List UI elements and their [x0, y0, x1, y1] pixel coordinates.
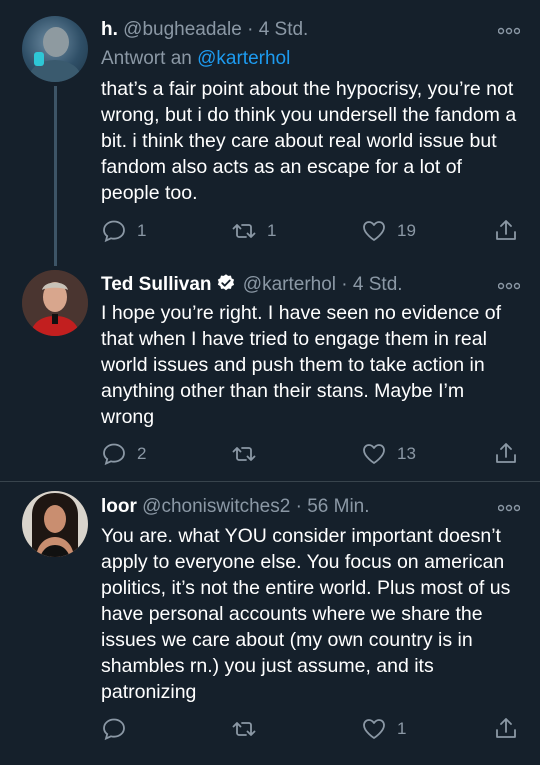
author-handle[interactable]: @karterhol	[243, 274, 336, 295]
tweet-2[interactable]: Ted Sullivan @karterhol · 4 Std. I hope …	[0, 258, 540, 480]
author-name[interactable]: Ted Sullivan	[101, 274, 212, 295]
tweet-text: that’s a fair point about the hypocrisy,…	[101, 78, 517, 204]
retweet-icon	[232, 224, 256, 238]
like-button[interactable]: 19	[361, 216, 416, 246]
reply-icon	[103, 220, 125, 243]
author-handle[interactable]: @bugheadale	[123, 19, 242, 40]
retweet-button[interactable]	[231, 714, 267, 744]
heart-icon	[363, 719, 385, 739]
reply-count: 1	[137, 221, 147, 240]
share-icon	[496, 220, 516, 240]
action-bar: 1 1 19	[101, 216, 521, 246]
more-options-icon[interactable]	[498, 280, 520, 292]
author-name[interactable]: h.	[101, 19, 118, 40]
tweet-time[interactable]: 56 Min.	[307, 496, 369, 517]
avatar[interactable]	[22, 270, 88, 336]
like-count: 1	[397, 719, 407, 738]
action-bar: 2 13	[101, 439, 521, 469]
reply-context: Antwort an @karterhol	[101, 45, 290, 73]
dot-separator: ·	[295, 496, 302, 517]
retweet-button[interactable]: 1	[231, 216, 276, 246]
tweet-header: loor @choniswitches2 · 56 Min.	[101, 492, 480, 522]
like-count: 19	[397, 221, 416, 240]
heart-icon	[363, 444, 385, 464]
retweet-button[interactable]	[231, 439, 267, 469]
tweet-header: h. @bugheadale · 4 Std.	[101, 15, 480, 45]
avatar[interactable]	[22, 16, 88, 82]
share-button[interactable]	[493, 216, 519, 246]
reply-prefix: Antwort an	[101, 48, 192, 69]
action-bar: 1	[101, 714, 521, 744]
like-button[interactable]: 13	[361, 439, 416, 469]
avatar[interactable]	[22, 491, 88, 557]
tweet-text: You are. what YOU consider important doe…	[101, 525, 511, 703]
more-options-icon[interactable]	[498, 25, 520, 37]
reply-button[interactable]	[101, 714, 137, 744]
reply-button[interactable]: 2	[101, 439, 146, 469]
tweet-3[interactable]: loor @choniswitches2 · 56 Min. You are. …	[0, 482, 540, 765]
reply-handle-link[interactable]: @karterhol	[197, 48, 290, 69]
author-handle[interactable]: @choniswitches2	[142, 496, 290, 517]
thread-line	[54, 86, 57, 266]
retweet-icon	[232, 447, 256, 461]
tweet-time[interactable]: 4 Std.	[353, 274, 403, 295]
reply-icon	[103, 718, 125, 741]
dot-separator: ·	[341, 274, 348, 295]
verified-badge-icon	[217, 274, 234, 291]
share-button[interactable]	[493, 439, 519, 469]
share-icon	[496, 718, 516, 738]
tweet-header: Ted Sullivan @karterhol · 4 Std.	[101, 270, 480, 300]
tweet-time[interactable]: 4 Std.	[259, 19, 309, 40]
author-name[interactable]: loor	[101, 496, 137, 517]
share-icon	[496, 443, 516, 463]
more-options-icon[interactable]	[498, 502, 520, 514]
like-count: 13	[397, 444, 416, 463]
retweet-count: 1	[267, 221, 277, 240]
tweet-1[interactable]: h. @bugheadale · 4 Std. Antwort an @kart…	[0, 0, 540, 266]
dot-separator: ·	[247, 19, 254, 40]
retweet-icon	[232, 722, 256, 736]
like-button[interactable]: 1	[361, 714, 406, 744]
share-button[interactable]	[493, 714, 519, 744]
reply-button[interactable]: 1	[101, 216, 146, 246]
tweet-text: I hope you’re right. I have seen no evid…	[101, 302, 502, 428]
heart-icon	[363, 221, 385, 241]
reply-icon	[103, 443, 125, 466]
reply-count: 2	[137, 444, 147, 463]
